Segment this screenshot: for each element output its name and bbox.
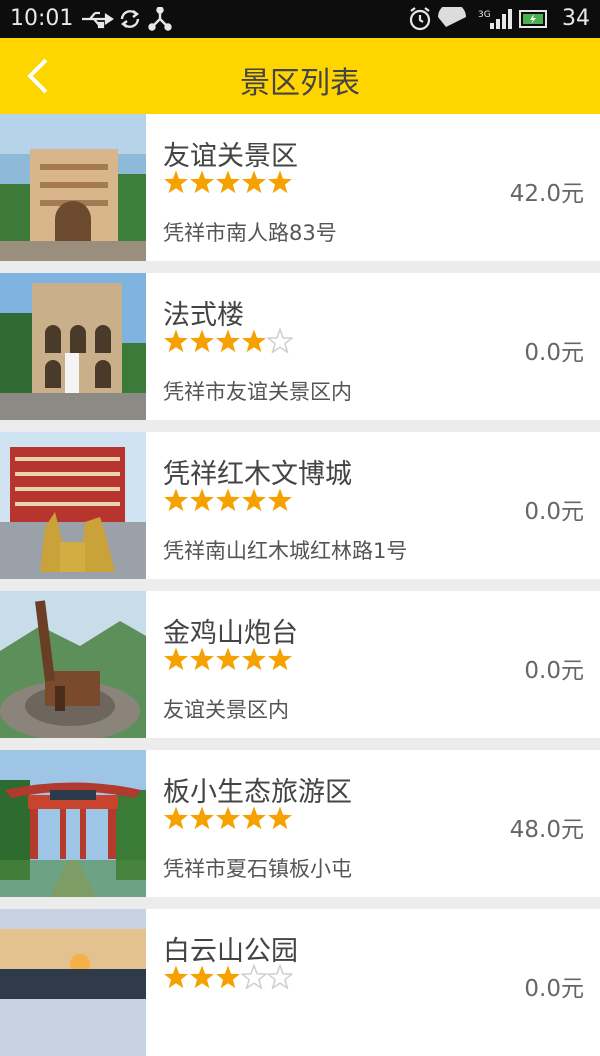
star-filled-icon: [268, 647, 292, 671]
rating-stars: [163, 169, 293, 195]
scenic-thumbnail: [0, 432, 146, 579]
battery-level: 34: [562, 6, 590, 31]
ticket-price: 0.0元: [524, 340, 584, 366]
star-filled-icon: [164, 965, 188, 989]
ticket-price: 0.0元: [524, 499, 584, 525]
scenic-thumbnail: [0, 750, 146, 897]
list-item[interactable]: 友谊关景区 42.0元 凭祥市南人路83号: [0, 114, 600, 261]
list-item[interactable]: 白云山公园 0.0元: [0, 909, 600, 1056]
scenic-address: 凭祥南山红木城红林路1号: [163, 539, 408, 563]
list-item[interactable]: 板小生态旅游区 48.0元 凭祥市夏石镇板小屯: [0, 750, 600, 897]
scenic-thumbnail: [0, 591, 146, 738]
star-filled-icon: [268, 488, 292, 512]
star-filled-icon: [190, 965, 214, 989]
status-left-icons: [82, 7, 172, 31]
star-filled-icon: [164, 806, 188, 830]
star-filled-icon: [216, 488, 240, 512]
star-filled-icon: [190, 647, 214, 671]
status-right-icons: 3G: [409, 7, 547, 31]
scenic-address: 凭祥市夏石镇板小屯: [163, 857, 352, 881]
rating-stars: [163, 964, 293, 990]
star-filled-icon: [216, 806, 240, 830]
scenic-thumbnail: [0, 909, 146, 1056]
status-bar: 10:01 3G 34: [0, 0, 600, 38]
scenic-address: 凭祥市南人路83号: [163, 221, 337, 245]
share-icon: [148, 7, 172, 31]
scenic-thumbnail: [0, 114, 146, 261]
scenic-name: 金鸡山炮台: [163, 618, 298, 649]
ticket-price: 48.0元: [509, 817, 584, 843]
list-item[interactable]: 金鸡山炮台 0.0元 友谊关景区内: [0, 591, 600, 738]
sync-icon: [120, 10, 140, 28]
ticket-price: 0.0元: [524, 976, 584, 1002]
rating-stars: [163, 805, 293, 831]
star-empty-icon: [241, 964, 267, 990]
scenic-address: 凭祥市友谊关景区内: [163, 380, 352, 404]
scenic-name: 凭祥红木文博城: [163, 459, 352, 490]
star-filled-icon: [216, 170, 240, 194]
star-filled-icon: [216, 965, 240, 989]
star-filled-icon: [164, 647, 188, 671]
star-filled-icon: [164, 170, 188, 194]
star-filled-icon: [216, 329, 240, 353]
usb-icon: [82, 11, 114, 29]
scenic-name: 友谊关景区: [163, 141, 298, 172]
scenic-name: 板小生态旅游区: [163, 777, 352, 808]
star-filled-icon: [216, 647, 240, 671]
star-filled-icon: [190, 488, 214, 512]
rating-stars: [163, 328, 293, 354]
ticket-price: 42.0元: [509, 181, 584, 207]
rating-stars: [163, 646, 293, 672]
star-filled-icon: [190, 329, 214, 353]
star-filled-icon: [242, 647, 266, 671]
star-filled-icon: [242, 170, 266, 194]
rating-stars: [163, 487, 293, 513]
svg-text:3G: 3G: [478, 10, 491, 20]
star-empty-icon: [267, 328, 293, 354]
list-item[interactable]: 法式楼 0.0元 凭祥市友谊关景区内: [0, 273, 600, 420]
star-filled-icon: [268, 170, 292, 194]
star-filled-icon: [268, 806, 292, 830]
page-title: 景区列表: [240, 66, 360, 101]
star-filled-icon: [164, 329, 188, 353]
list-item[interactable]: 凭祥红木文博城 0.0元 凭祥南山红木城红林路1号: [0, 432, 600, 579]
scenic-address: 友谊关景区内: [163, 698, 289, 722]
star-filled-icon: [190, 170, 214, 194]
star-filled-icon: [164, 488, 188, 512]
scenic-thumbnail: [0, 273, 146, 420]
scenic-name: 法式楼: [163, 300, 244, 331]
battery-icon: [519, 10, 547, 28]
star-filled-icon: [242, 488, 266, 512]
star-filled-icon: [242, 806, 266, 830]
star-empty-icon: [267, 964, 293, 990]
signal-icon: 3G: [478, 9, 512, 29]
ticket-price: 0.0元: [524, 658, 584, 684]
scenic-name: 白云山公园: [163, 936, 298, 967]
header-bar: 景区列表: [0, 38, 600, 114]
star-filled-icon: [242, 329, 266, 353]
wifi-icon: [438, 7, 466, 27]
alarm-icon: [409, 7, 431, 31]
star-filled-icon: [190, 806, 214, 830]
status-time: 10:01: [10, 6, 74, 31]
